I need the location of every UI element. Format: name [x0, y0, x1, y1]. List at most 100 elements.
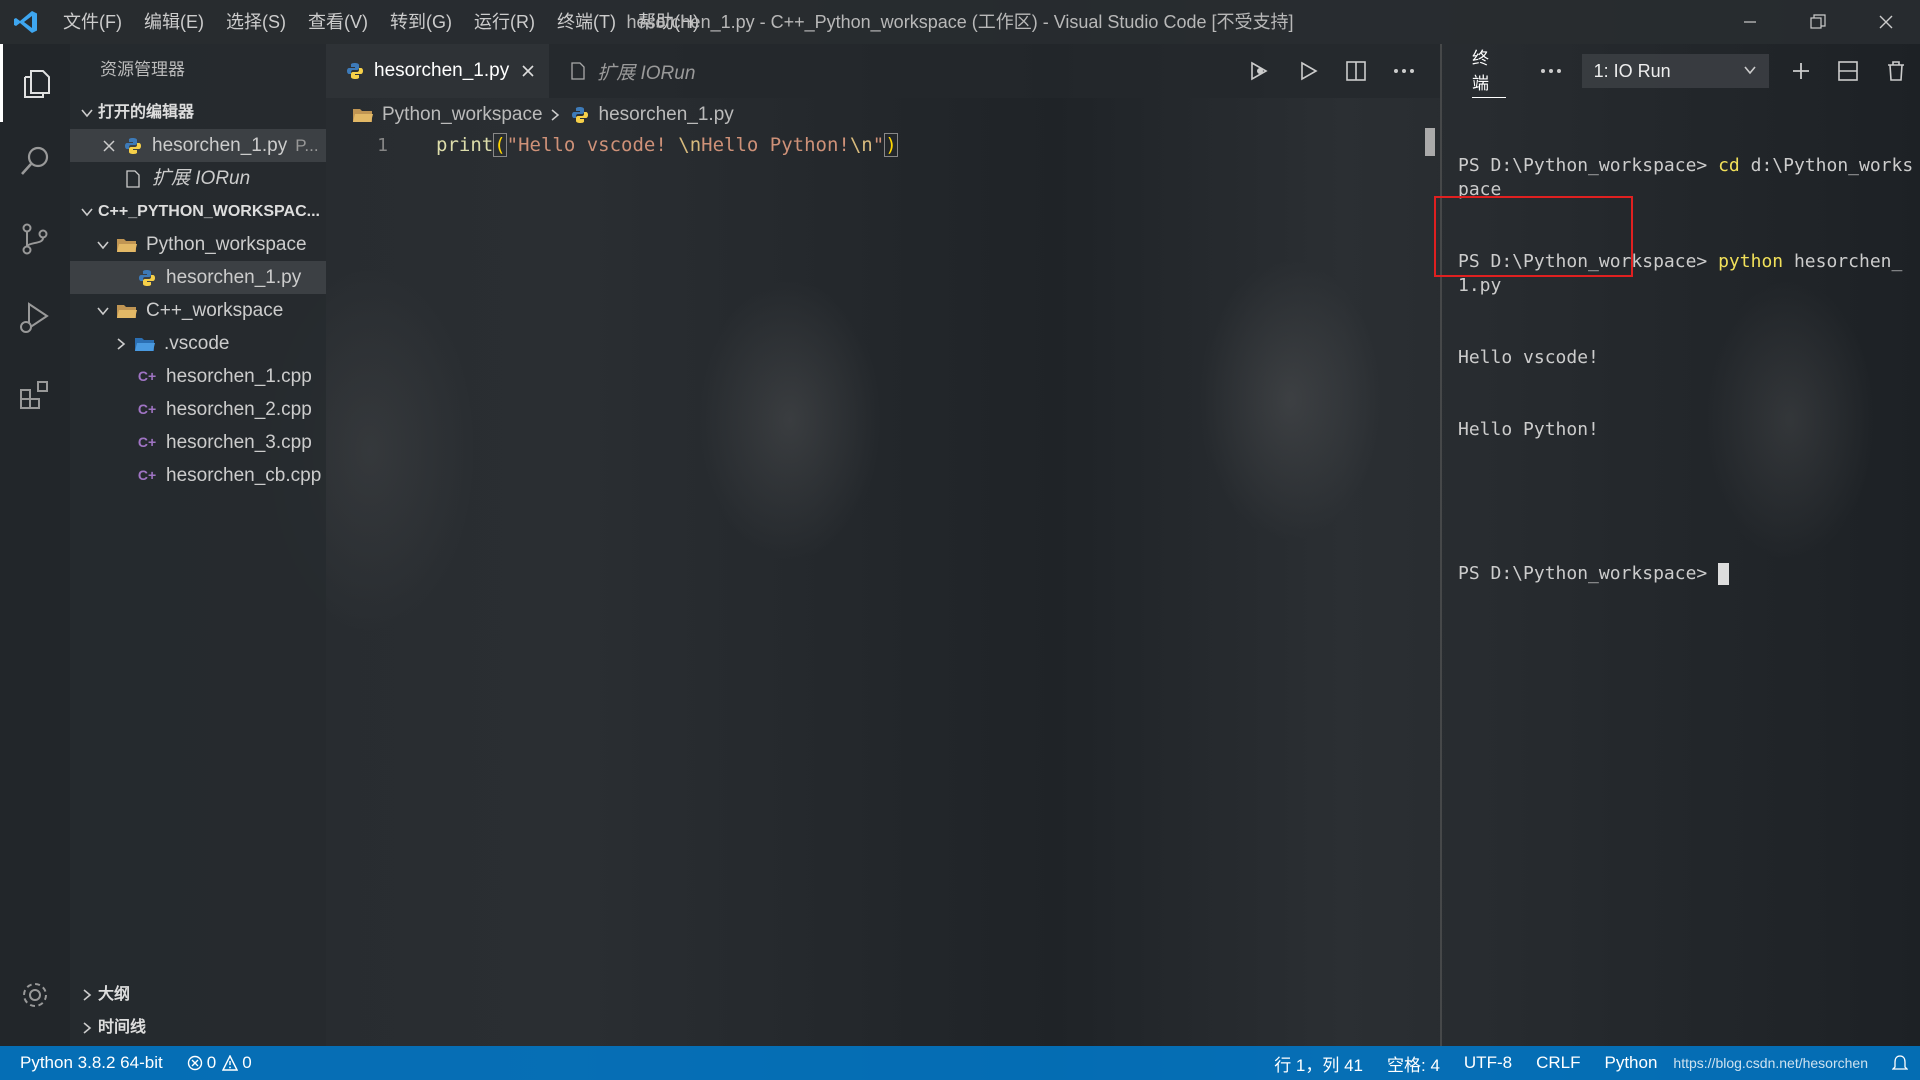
- menu-help[interactable]: 帮助(H): [627, 0, 710, 44]
- activity-bar: [0, 44, 70, 1046]
- end-of-line[interactable]: CRLF: [1524, 1053, 1592, 1073]
- timeline-label: 时间线: [98, 1019, 147, 1036]
- indentation[interactable]: 空格: 4: [1375, 1051, 1452, 1076]
- folder-icon: [350, 106, 376, 124]
- line-number: 1: [377, 134, 388, 156]
- terminal-select[interactable]: 1: IO Run: [1581, 54, 1769, 88]
- menu-go[interactable]: 转到(G): [379, 0, 463, 44]
- error-icon: [187, 1055, 203, 1071]
- tab-terminal[interactable]: 终端: [1472, 44, 1506, 98]
- chevron-down-icon: [1743, 61, 1757, 82]
- run-debug-icon[interactable]: [0, 278, 70, 356]
- python-file-icon: [342, 62, 368, 80]
- run-file-icon[interactable]: [1284, 60, 1332, 82]
- cursor-position[interactable]: 行 1，列 41: [1262, 1051, 1375, 1076]
- folder-vscode[interactable]: .vscode: [70, 327, 326, 360]
- menu-terminal[interactable]: 终端(T): [546, 0, 627, 44]
- python-interpreter[interactable]: Python 3.8.2 64-bit: [0, 1053, 175, 1073]
- folder-cpp-workspace[interactable]: C++_workspace: [70, 294, 326, 327]
- warning-icon: [222, 1055, 239, 1071]
- breadcrumb-file[interactable]: hesorchen_1.py: [599, 104, 734, 126]
- new-terminal-icon[interactable]: [1777, 61, 1825, 81]
- extensions-icon[interactable]: [0, 356, 70, 434]
- terminal-prompt[interactable]: PS D:\Python_workspace>: [1458, 562, 1914, 586]
- vscode-logo-icon: [0, 0, 52, 44]
- file-name: hesorchen_1.py: [166, 267, 302, 288]
- menu-view[interactable]: 查看(V): [297, 0, 379, 44]
- source-control-icon[interactable]: [0, 200, 70, 278]
- menu-edit[interactable]: 编辑(E): [133, 0, 215, 44]
- open-editor-name: 扩展 IORun: [152, 168, 251, 189]
- tab-iorun[interactable]: 扩展 IORun: [549, 44, 709, 98]
- open-editor-item[interactable]: hesorchen_1.py P...: [70, 129, 326, 162]
- code-string: ": [872, 134, 885, 156]
- chevron-right-icon: [76, 1021, 98, 1035]
- trash-icon[interactable]: [1872, 60, 1920, 82]
- language-mode[interactable]: Python: [1592, 1053, 1669, 1073]
- chevron-right-icon: [76, 988, 98, 1002]
- code-open-paren: (: [493, 133, 507, 157]
- encoding[interactable]: UTF-8: [1452, 1053, 1524, 1073]
- run-code-icon[interactable]: [1236, 60, 1284, 82]
- terminal-output-line: Hello vscode!: [1458, 347, 1599, 368]
- terminal-header: 终端 1: IO Run: [1442, 44, 1920, 98]
- bell-icon[interactable]: [1880, 1054, 1920, 1072]
- file-name: hesorchen_cb.cpp: [166, 465, 322, 486]
- file-name: hesorchen_3.cpp: [166, 432, 312, 453]
- file-item[interactable]: C+ hesorchen_cb.cpp: [70, 459, 326, 492]
- file-item[interactable]: C+ hesorchen_2.cpp: [70, 393, 326, 426]
- timeline-section[interactable]: 时间线: [70, 1011, 326, 1044]
- search-icon[interactable]: [0, 122, 70, 200]
- folder-python-workspace[interactable]: Python_workspace: [70, 228, 326, 261]
- status-bar: Python 3.8.2 64-bit 0 0 行 1，列 41 空格: 4 U…: [0, 1046, 1920, 1080]
- code-text[interactable]: print("Hello vscode! \nHello Python!\n"): [436, 133, 898, 157]
- close-tab-icon[interactable]: [521, 64, 535, 78]
- split-editor-icon[interactable]: [1332, 60, 1380, 82]
- folder-icon: [114, 236, 140, 254]
- chevron-down-icon: [92, 238, 114, 252]
- chevron-right-icon: [110, 337, 132, 351]
- minimize-button[interactable]: [1716, 0, 1784, 44]
- code-function: print: [436, 134, 494, 156]
- editor-tabs: hesorchen_1.py 扩展 IORun: [326, 44, 1440, 98]
- editor-scrollbar[interactable]: [1425, 128, 1435, 156]
- workspace-section[interactable]: C++_PYTHON_WORKSPAC...: [70, 195, 326, 228]
- title-bar: 文件(F) 编辑(E) 选择(S) 查看(V) 转到(G) 运行(R) 终端(T…: [0, 0, 1920, 44]
- tab-hesorchen-1-py[interactable]: hesorchen_1.py: [326, 44, 550, 98]
- restore-button[interactable]: [1784, 0, 1852, 44]
- breadcrumb: Python_workspace hesorchen_1.py: [350, 98, 734, 132]
- more-actions-icon[interactable]: [1380, 68, 1428, 74]
- file-item[interactable]: C+ hesorchen_3.cpp: [70, 426, 326, 459]
- panel-divider[interactable]: [1440, 44, 1442, 1046]
- open-editors-section[interactable]: 打开的编辑器: [70, 96, 326, 129]
- workspace-label: C++_PYTHON_WORKSPAC...: [98, 203, 320, 220]
- file-item[interactable]: hesorchen_1.py: [70, 261, 326, 294]
- breadcrumb-folder[interactable]: Python_workspace: [382, 104, 543, 126]
- menu-run[interactable]: 运行(R): [463, 0, 546, 44]
- sidebar-title: 资源管理器: [100, 60, 185, 79]
- terminal-line: PS D:\Python_workspace> cd d:\Python_wor…: [1458, 155, 1914, 200]
- folder-name: C++_workspace: [146, 300, 284, 321]
- python-file-icon: [134, 269, 160, 287]
- file-item[interactable]: C+ hesorchen_1.cpp: [70, 360, 326, 393]
- open-editor-item[interactable]: 扩展 IORun: [70, 162, 326, 195]
- menu-selection[interactable]: 选择(S): [215, 0, 297, 44]
- close-window-button[interactable]: [1852, 0, 1920, 44]
- code-close-paren: ): [884, 133, 898, 157]
- problems-indicator[interactable]: 0 0: [175, 1053, 264, 1073]
- cpp-file-icon: C+: [137, 401, 157, 417]
- file-icon: [565, 62, 591, 80]
- code-string: Hello Python!: [701, 134, 850, 156]
- split-terminal-icon[interactable]: [1825, 60, 1873, 82]
- close-icon[interactable]: [98, 139, 120, 152]
- more-actions-icon[interactable]: [1536, 68, 1566, 74]
- explorer-sidebar: 资源管理器 打开的编辑器 hesorchen_1.py P... 扩展 IORu…: [70, 44, 326, 1046]
- terminal-output[interactable]: PS D:\Python_workspace> cd d:\Python_wor…: [1458, 106, 1914, 610]
- code-line[interactable]: 1 print("Hello vscode! \nHello Python!\n…: [326, 130, 1440, 160]
- outline-section[interactable]: 大纲: [70, 978, 326, 1011]
- explorer-icon[interactable]: [0, 44, 70, 122]
- menu-file[interactable]: 文件(F): [52, 0, 133, 44]
- folder-name: Python_workspace: [146, 234, 307, 255]
- settings-gear-icon[interactable]: [0, 956, 70, 1034]
- chevron-right-icon: [549, 108, 561, 122]
